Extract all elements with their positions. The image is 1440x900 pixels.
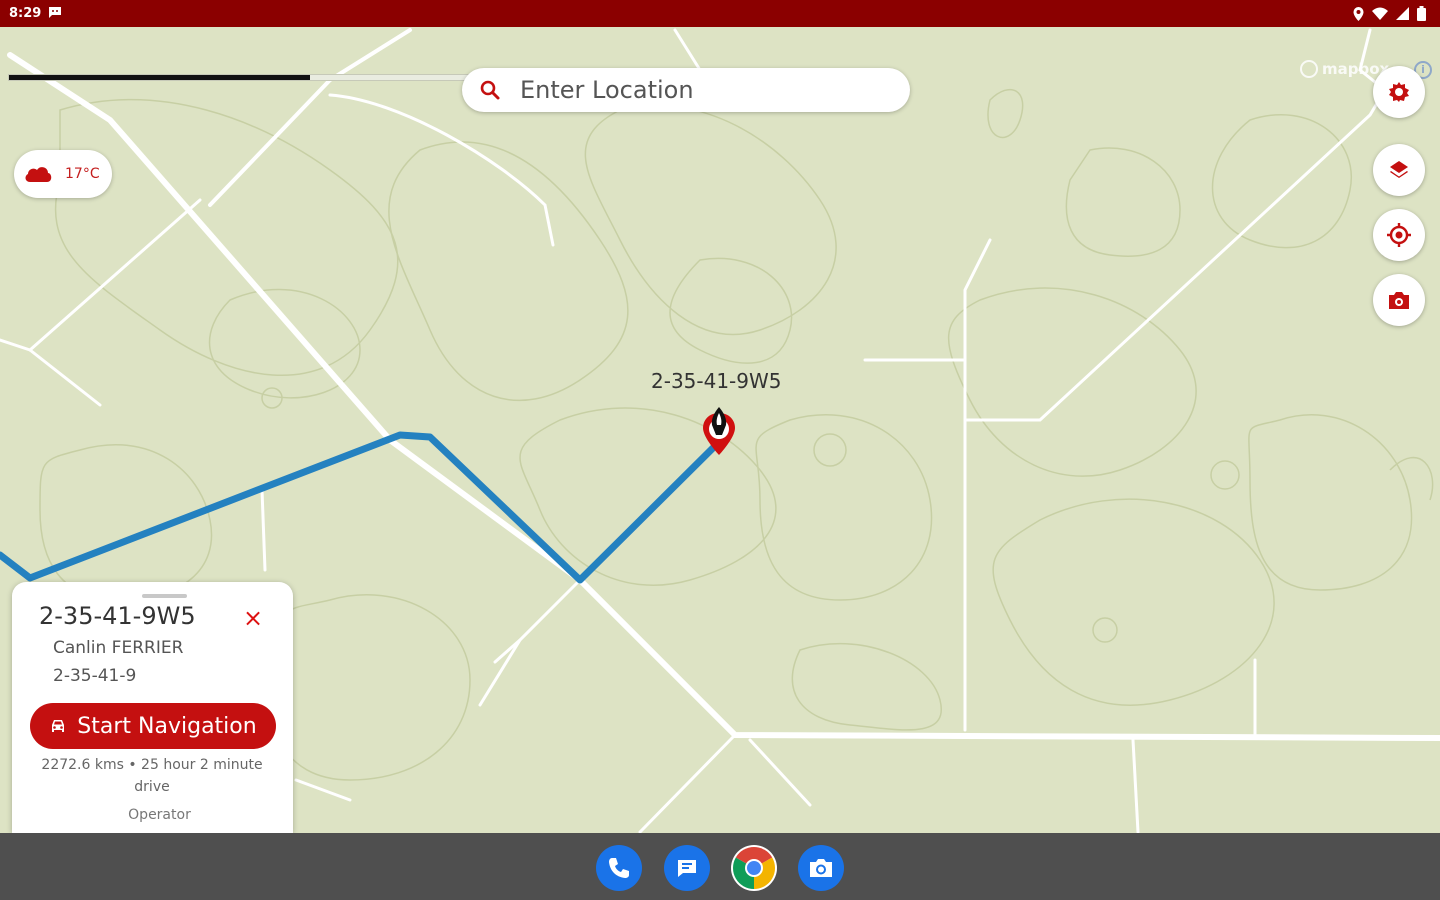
my-location-icon <box>1387 223 1411 247</box>
weather-temperature: 17°C <box>65 166 100 182</box>
mapbox-attribution: mapbox <box>1300 60 1389 78</box>
card-title: 2-35-41-9W5 <box>39 602 196 630</box>
operator-name: Canlin FERRIER <box>53 638 184 658</box>
chrome-icon <box>732 847 776 889</box>
status-icons <box>1353 6 1426 21</box>
layers-button[interactable] <box>1373 144 1425 196</box>
location-icon <box>1353 6 1364 21</box>
signal-icon <box>1396 7 1409 20</box>
status-time: 8:29 <box>9 6 42 21</box>
app-dock <box>0 833 1440 900</box>
phone-icon <box>609 858 629 878</box>
camera-button[interactable] <box>1373 274 1425 326</box>
settings-button[interactable] <box>1373 66 1425 118</box>
chrome-app[interactable] <box>731 845 777 891</box>
route-line <box>0 431 722 584</box>
my-location-button[interactable] <box>1373 209 1425 261</box>
pin-label: 2-35-41-9W5 <box>651 369 782 393</box>
wifi-icon <box>1372 7 1388 20</box>
gear-icon <box>1389 82 1409 102</box>
search-bar[interactable] <box>462 68 910 112</box>
location-code: 2-35-41-9 <box>53 666 137 686</box>
status-bar: 8:29 <box>0 0 1440 27</box>
cloud-icon <box>25 167 52 182</box>
drag-handle[interactable] <box>142 594 187 598</box>
start-navigation-label: Start Navigation <box>77 713 257 739</box>
camera-app[interactable] <box>798 845 844 891</box>
phone-app[interactable] <box>596 845 642 891</box>
mapbox-logo-icon <box>1300 60 1318 78</box>
location-pin-icon[interactable] <box>700 405 738 457</box>
start-navigation-button[interactable]: Start Navigation <box>30 703 276 749</box>
camera-icon <box>1389 292 1409 309</box>
search-icon <box>480 80 500 100</box>
messages-app[interactable] <box>664 845 710 891</box>
search-input[interactable] <box>518 75 882 105</box>
messages-icon <box>678 860 696 877</box>
message-icon <box>49 7 61 18</box>
close-icon[interactable]: × <box>241 606 265 630</box>
map-progress-fill <box>9 75 310 80</box>
car-icon <box>52 720 65 732</box>
operator-label: Operator <box>128 807 191 823</box>
camera-app-icon <box>810 859 832 877</box>
layers-icon <box>1390 161 1408 178</box>
location-card: 2-35-41-9W5 × Canlin FERRIER 2-35-41-9 S… <box>12 582 293 833</box>
trip-info: 2272.6 kms • 25 hour 2 minute drive <box>41 757 263 795</box>
battery-icon <box>1417 6 1426 21</box>
weather-chip[interactable]: 17°C <box>14 150 112 198</box>
